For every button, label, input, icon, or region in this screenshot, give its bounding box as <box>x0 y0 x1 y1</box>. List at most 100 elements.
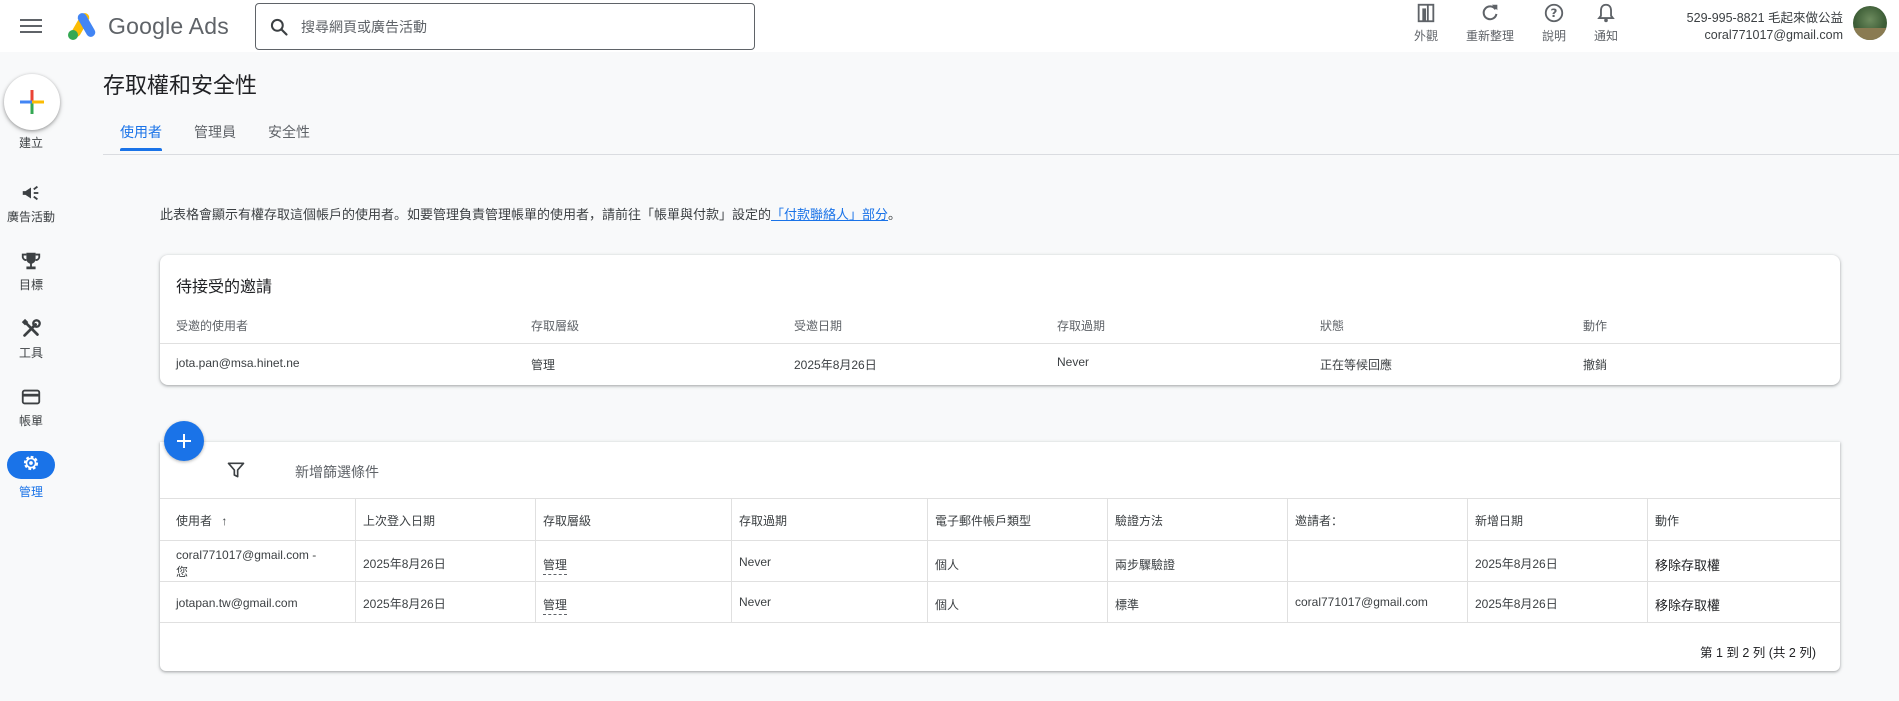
column-divider <box>535 498 536 622</box>
tools-icon <box>21 318 41 337</box>
remove-access-button[interactable]: 移除存取權 <box>1655 555 1720 574</box>
gear-icon <box>23 455 39 471</box>
admin-pill <box>7 451 55 479</box>
invite-col-access: 存取層級 <box>531 319 580 333</box>
refresh-label: 重新整理 <box>1465 29 1514 43</box>
access-level[interactable]: 管理 <box>543 556 568 575</box>
nav-label: 目標 <box>18 278 43 292</box>
row-divider <box>160 622 1840 623</box>
pagination-info: 第 1 到 2 列 (共 2 列) <box>1700 646 1816 660</box>
column-divider <box>1467 498 1468 622</box>
auth-method: 標準 <box>1115 598 1140 612</box>
create-label: 建立 <box>18 136 43 150</box>
invite-user: jota.pan@msa.hinet.ne <box>176 356 300 370</box>
nav-create-label[interactable]: 建立 <box>0 134 62 151</box>
filter-icon[interactable] <box>226 460 246 480</box>
invite-col-date: 受邀日期 <box>794 319 843 333</box>
info-sentence: 此表格會顯示有權存取這個帳戶的使用者。如要管理負責管理帳單的使用者，請前往「帳單… <box>160 207 772 222</box>
nav-item-billing[interactable]: 帳單 <box>0 386 62 429</box>
tab-active-indicator <box>120 148 162 151</box>
nav-item-tools[interactable]: 工具 <box>0 318 62 361</box>
google-ads-logo[interactable]: Google Ads <box>66 11 229 41</box>
menu-icon[interactable] <box>20 15 42 37</box>
user-email: coral771017@gmail.com - <box>176 548 317 562</box>
top-bar: Google Ads 外觀 重新整理 ? 說明 <box>0 0 1899 52</box>
tab-managers[interactable]: 管理員 <box>194 122 236 142</box>
avatar[interactable] <box>1853 6 1887 40</box>
added-date: 2025年8月26日 <box>1475 597 1558 611</box>
nav-label: 管理 <box>18 485 43 499</box>
account-type: 個人 <box>935 558 960 572</box>
info-end: 。 <box>888 207 902 222</box>
invite-col-action: 動作 <box>1583 319 1608 333</box>
help-button[interactable]: ? 說明 <box>1538 2 1570 44</box>
remove-access-button[interactable]: 移除存取權 <box>1655 595 1720 614</box>
added-date: 2025年8月26日 <box>1475 557 1558 571</box>
account-info[interactable]: 529-995-8821 毛起來做公益 coral771017@gmail.co… <box>1687 10 1843 44</box>
col-inviter-header[interactable]: 邀請者： <box>1295 512 1343 529</box>
row-divider <box>160 581 1840 582</box>
appearance-button[interactable]: 外觀 <box>1410 2 1442 44</box>
notifications-button[interactable]: 通知 <box>1590 2 1622 44</box>
access-expiry: Never <box>739 555 772 569</box>
col-access-header[interactable]: 存取層級 <box>543 512 591 529</box>
nav-label: 廣告活動 <box>6 210 55 224</box>
notifications-label: 通知 <box>1593 29 1618 43</box>
col-user-label: 使用者 <box>176 514 213 528</box>
billing-contacts-link[interactable]: 「付款聯絡人」部分 <box>771 207 888 222</box>
nav-item-campaigns[interactable]: 廣告活動 <box>0 182 62 225</box>
col-expiry-header[interactable]: 存取過期 <box>739 512 787 529</box>
refresh-icon <box>1482 4 1498 21</box>
column-divider <box>1647 498 1648 622</box>
refresh-button[interactable]: 重新整理 <box>1462 2 1518 44</box>
col-account-type-header[interactable]: 電子郵件帳戶類型 <box>935 512 1031 529</box>
pending-invites-card: 待接受的邀請 受邀的使用者 存取層級 受邀日期 存取過期 狀態 動作 jota.… <box>160 255 1840 385</box>
add-filter-button[interactable]: 新增篩選條件 <box>295 462 379 482</box>
access-level[interactable]: 管理 <box>543 596 568 615</box>
column-divider <box>927 498 928 622</box>
plus-icon <box>177 434 191 448</box>
last-login: 2025年8月26日 <box>363 597 446 611</box>
table-header-border <box>160 540 1840 541</box>
create-button[interactable] <box>4 74 60 130</box>
nav-item-goals[interactable]: 目標 <box>0 250 62 293</box>
invite-col-status: 狀態 <box>1320 319 1345 333</box>
column-divider <box>731 498 732 622</box>
search-input[interactable] <box>299 17 719 36</box>
appearance-icon <box>1417 3 1435 23</box>
search-bar[interactable] <box>255 3 755 50</box>
help-label: 說明 <box>1541 29 1566 43</box>
nav-label: 工具 <box>18 346 43 360</box>
col-last-login-header[interactable]: 上次登入日期 <box>363 512 435 529</box>
nav-item-admin[interactable]: 管理 <box>0 451 62 500</box>
column-divider <box>1287 498 1288 622</box>
user-email: jotapan.tw@gmail.com <box>176 596 298 610</box>
inviter: coral771017@gmail.com <box>1295 595 1428 609</box>
col-action-header: 動作 <box>1655 514 1680 528</box>
add-user-button[interactable] <box>164 421 204 461</box>
invite-divider <box>160 343 1840 344</box>
pending-invites-title: 待接受的邀請 <box>176 279 273 296</box>
megaphone-icon <box>22 185 39 201</box>
account-email: coral771017@gmail.com <box>1704 28 1843 42</box>
col-user-header[interactable]: 使用者 ↑ <box>176 512 227 529</box>
column-divider <box>355 498 356 622</box>
table-top-border <box>160 498 1840 499</box>
appearance-label: 外觀 <box>1413 29 1438 43</box>
invite-status: 正在等候回應 <box>1320 358 1393 372</box>
app-name: Google Ads <box>108 12 229 39</box>
info-text: 此表格會顯示有權存取這個帳戶的使用者。如要管理負責管理帳單的使用者，請前往「帳單… <box>160 204 901 223</box>
google-ads-logo-icon <box>68 13 96 40</box>
col-auth-header[interactable]: 驗證方法 <box>1115 512 1163 529</box>
tab-users[interactable]: 使用者 <box>120 122 162 142</box>
user-you-label: 您 <box>176 565 189 579</box>
last-login: 2025年8月26日 <box>363 557 446 571</box>
account-type: 個人 <box>935 598 960 612</box>
bell-icon <box>1597 3 1615 23</box>
help-icon: ? <box>1544 3 1564 23</box>
invite-col-expiry: 存取過期 <box>1057 319 1106 333</box>
invite-col-user: 受邀的使用者 <box>176 319 249 333</box>
col-added-header[interactable]: 新增日期 <box>1475 512 1523 529</box>
revoke-invite-button[interactable]: 撤銷 <box>1583 356 1607 373</box>
tab-security[interactable]: 安全性 <box>268 122 310 142</box>
